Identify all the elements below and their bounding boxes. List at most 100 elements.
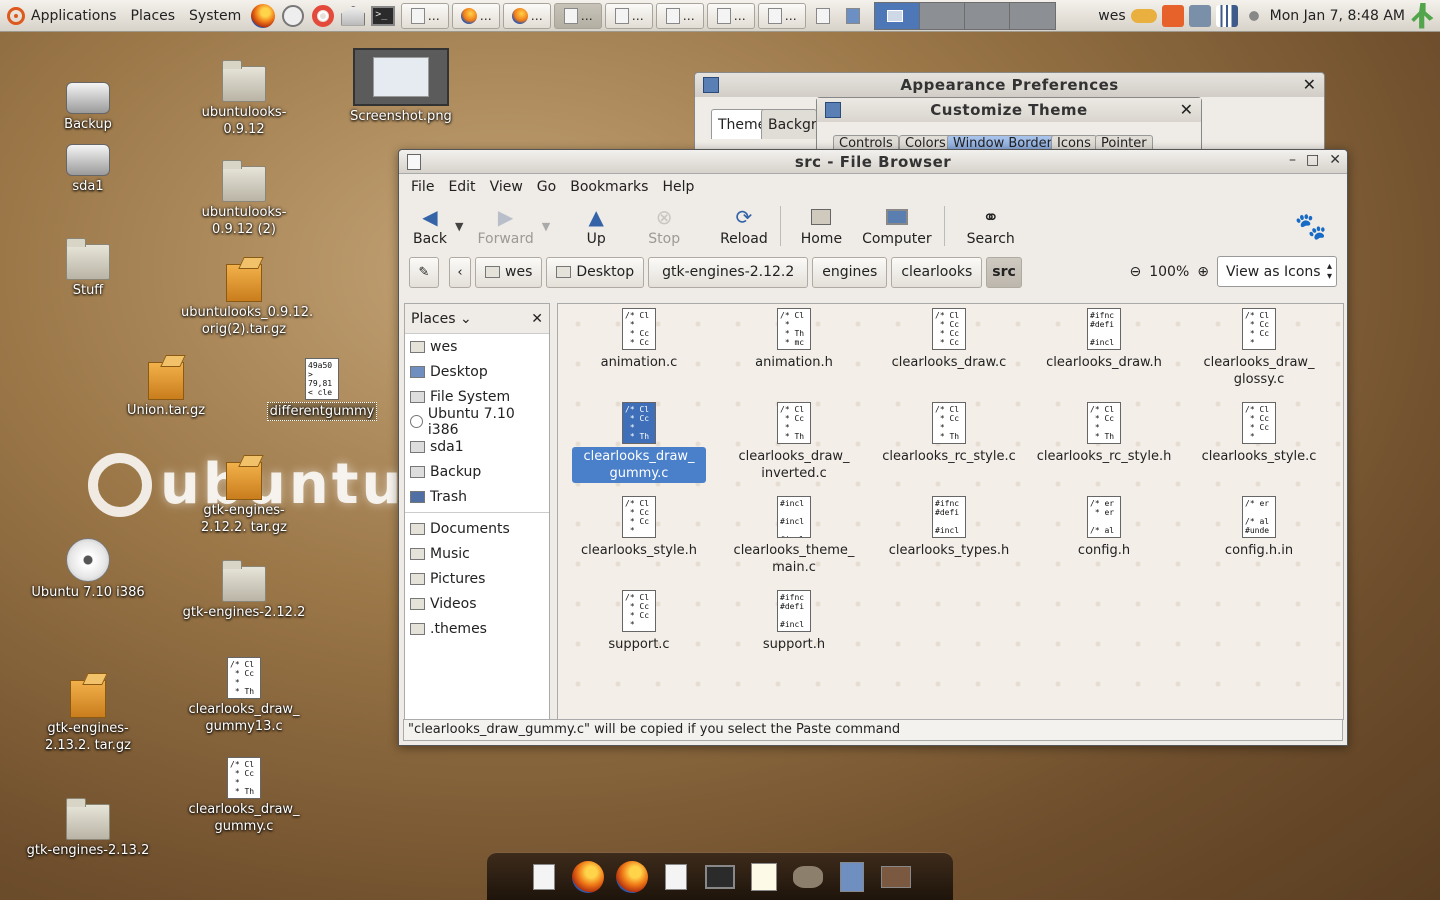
taskbar-item[interactable]: … (758, 2, 807, 29)
close-button[interactable]: ✕ (1303, 75, 1316, 94)
sidebar-type-select[interactable]: Places ⌄ (411, 311, 472, 327)
file-item[interactable]: #ifnc #defi #incl clearlooks_draw.h (1037, 308, 1171, 372)
sidebar-item-pictures[interactable]: Pictures (405, 566, 549, 591)
file-item[interactable]: /* Cl * Cc * Cc * Cc clearlooks_draw.c (882, 308, 1016, 372)
breadcrumb-desktop[interactable]: Desktop (546, 256, 645, 288)
update-notifier-icon[interactable] (1161, 4, 1184, 27)
zoom-out-icon[interactable]: ⊖ (1130, 264, 1142, 280)
logout-icon[interactable] (1411, 2, 1434, 29)
window-titlebar[interactable]: Appearance Preferences ✕ (695, 73, 1324, 97)
show-desktop-button[interactable] (810, 3, 836, 29)
desktop-icon-differentgummy[interactable]: 49a50 > 79,81 < cle differentgummy (262, 358, 382, 421)
file-item[interactable]: /* Cl * Cc * Cc * clearlooks_draw_ glossy… (1192, 308, 1326, 389)
forward-history-dropdown[interactable]: ▼ (542, 220, 550, 233)
zoom-level[interactable]: 100% (1149, 264, 1189, 280)
taskbar-item[interactable]: … (503, 2, 552, 29)
icon-view[interactable]: /* Cl * * Cc * Cc animation.c /* Cl * * T… (557, 303, 1344, 720)
desktop-icon-gtk-engines-2122[interactable]: gtk-engines-2.12.2 (183, 560, 305, 621)
taskbar-item[interactable]: … (452, 2, 501, 29)
breadcrumb-gtk-engines[interactable]: gtk-engines-2.12.2 (648, 256, 809, 288)
view-mode-select[interactable]: View as Icons ▴ ▾ (1217, 256, 1337, 287)
taskbar-item[interactable]: … (401, 2, 450, 29)
taskbar-item[interactable]: … (707, 2, 756, 29)
taskbar-item[interactable]: … (656, 2, 705, 29)
desktop-icon-screenshot[interactable]: Screenshot.png (341, 48, 461, 125)
desktop-icon-ubuntu-cd[interactable]: Ubuntu 7.10 i386 (28, 538, 148, 601)
dock-item-firefox-2[interactable] (614, 859, 650, 895)
help-launcher[interactable] (310, 3, 336, 29)
maximize-button[interactable]: □ (1306, 152, 1319, 168)
file-item-selected[interactable]: /* Cl * Cc * * Th clearlooks_draw_ gummy.… (572, 402, 706, 483)
close-button[interactable]: ✕ (1180, 100, 1193, 119)
home-launcher[interactable] (340, 3, 366, 29)
file-item[interactable]: /* Cl * Cc * * Th clearlooks_rc_style.h (1037, 402, 1171, 466)
up-button[interactable]: ▲ Up (578, 201, 614, 251)
desktop-icon-gtk-engines-2122-tgz[interactable]: gtk-engines-2.12.2. tar.gz (184, 462, 304, 536)
applications-menu[interactable]: Applications (0, 0, 124, 32)
breadcrumb-engines[interactable]: engines (812, 256, 888, 288)
dock-item-file-manager-2[interactable] (658, 859, 694, 895)
trash-applet[interactable] (840, 3, 866, 29)
desktop-icon-ubuntulooks-orig-tgz[interactable]: ubuntulooks_0.9.12. orig(2).tar.gz (181, 264, 313, 338)
breadcrumb-scroll-left[interactable]: ‹ (449, 256, 471, 288)
window-titlebar[interactable]: src - File Browser – □ ✕ (399, 150, 1347, 174)
file-item[interactable]: /* Cl * Cc * * Th clearlooks_rc_style.c (882, 402, 1016, 466)
menu-view[interactable]: View (484, 179, 529, 195)
dock-item-text-editor[interactable] (746, 859, 782, 895)
clock[interactable]: Mon Jan 7, 8:48 AM (1270, 8, 1405, 24)
stop-button[interactable]: ⊗ Stop (642, 201, 686, 251)
tab-background[interactable]: Backgr (761, 109, 817, 139)
file-item[interactable]: /* Cl * Cc * * Th clearlooks_draw_ invert… (727, 402, 861, 483)
firefox-launcher[interactable] (250, 3, 276, 29)
signal-strength-icon[interactable] (1215, 4, 1238, 27)
sidebar-item-trash[interactable]: Trash (405, 484, 549, 509)
window-titlebar[interactable]: Customize Theme ✕ (817, 98, 1201, 122)
file-item[interactable]: /* Cl * * Cc * Cc animation.c (572, 308, 706, 372)
desktop-icon-stuff[interactable]: Stuff (28, 238, 148, 299)
desktop-icon-gummy[interactable]: /* Cl * Cc * * Th clearlooks_draw_ gummy… (184, 757, 304, 835)
window-menu-icon[interactable] (407, 154, 421, 170)
desktop-icon-ubuntulooks[interactable]: ubuntulooks-0.9.12 (184, 60, 304, 138)
dock-item-folders[interactable] (834, 859, 870, 895)
menu-go[interactable]: Go (531, 179, 562, 195)
minimize-button[interactable]: – (1289, 152, 1296, 168)
breadcrumb-src[interactable]: src (986, 256, 1022, 288)
close-button[interactable]: ✕ (1329, 152, 1341, 168)
file-item[interactable]: #ifnc #defi #incl clearlooks_types.h (882, 496, 1016, 560)
desktop-icon-sda1[interactable]: sda1 (28, 144, 148, 195)
dock-item-terminal[interactable] (702, 859, 738, 895)
sidebar-item-videos[interactable]: Videos (405, 591, 549, 616)
desktop-icon-ubuntulooks-2[interactable]: ubuntulooks-0.9.12 (2) (184, 160, 304, 238)
clock-launcher[interactable] (280, 3, 306, 29)
menu-edit[interactable]: Edit (442, 179, 481, 195)
menu-help[interactable]: Help (656, 179, 700, 195)
computer-button[interactable]: Computer (856, 201, 938, 251)
sidebar-item-sda1[interactable]: sda1 (405, 434, 549, 459)
sidebar-item-documents[interactable]: Documents (405, 516, 549, 541)
desktop-icon-gummy13[interactable]: /* Cl * Cc * * Th clearlooks_draw_ gummy… (184, 657, 304, 735)
taskbar-item[interactable]: … (605, 2, 654, 29)
file-item[interactable]: #incl #incl #incl clearlooks_theme_ main.… (727, 496, 861, 577)
desktop-icon-gtk-engines-2132-tgz[interactable]: gtk-engines-2.13.2. tar.gz (28, 680, 148, 754)
menu-file[interactable]: File (405, 179, 440, 195)
dock-item-image-viewer[interactable] (878, 859, 914, 895)
desktop-icon-gtk-engines-2132[interactable]: gtk-engines-2.13.2 (27, 798, 149, 859)
zoom-in-icon[interactable]: ⊕ (1197, 264, 1209, 280)
menu-bookmarks[interactable]: Bookmarks (564, 179, 654, 195)
file-item[interactable]: #ifnc #defi #incl support.h (727, 590, 861, 654)
terminal-launcher[interactable]: >_ (370, 3, 396, 29)
places-menu[interactable]: Places (124, 0, 183, 32)
dock-item-firefox[interactable] (570, 859, 606, 895)
back-button[interactable]: ◀ Back (407, 201, 453, 251)
key-icon[interactable] (1130, 8, 1157, 23)
sidebar-item-ubuntu-cd[interactable]: Ubuntu 7.10 i386 (405, 406, 549, 438)
user-name[interactable]: wes (1098, 8, 1125, 24)
workspace-2[interactable] (920, 2, 966, 29)
reload-button[interactable]: ⟳ Reload (714, 201, 774, 251)
home-button[interactable]: Home (795, 201, 848, 251)
file-item[interactable]: /* Cl * Cc * Cc * clearlooks_style.c (1192, 402, 1326, 466)
sidebar-item-backup[interactable]: Backup (405, 459, 549, 484)
sidebar-item-desktop[interactable]: Desktop (405, 359, 549, 384)
back-history-dropdown[interactable]: ▼ (455, 220, 463, 233)
toggle-location-entry-button[interactable]: ✎ (409, 256, 439, 288)
